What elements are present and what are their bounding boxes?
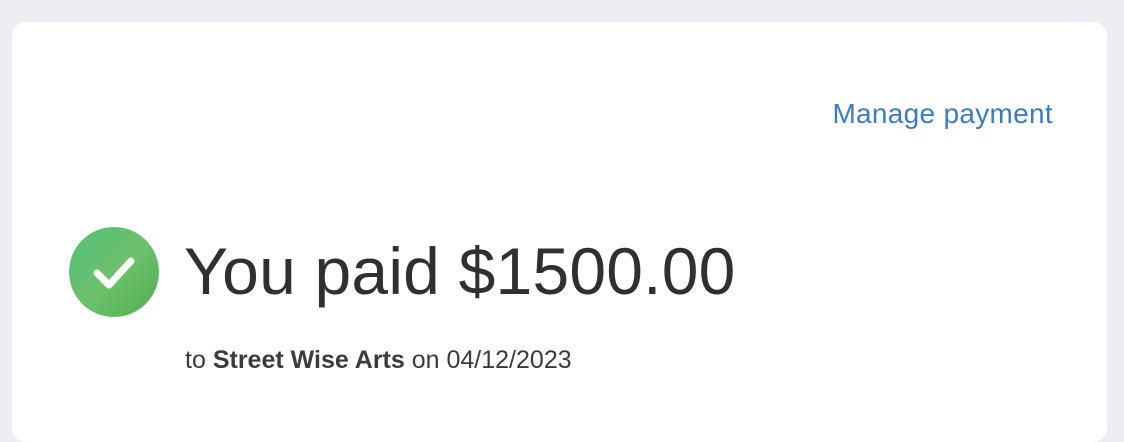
payment-confirmation-card: Manage payment You paid $1500.00 to Stre… <box>12 22 1107 442</box>
payment-date: 04/12/2023 <box>446 346 572 374</box>
checkmark-icon <box>93 257 135 289</box>
payment-headline: You paid $1500.00 <box>184 230 736 312</box>
on-label: on <box>411 346 440 374</box>
check-circle-icon <box>69 227 159 317</box>
headline-prefix: You paid <box>184 234 441 308</box>
to-label: to <box>185 346 206 374</box>
payment-details: to Street Wise Arts on 04/12/2023 <box>185 344 572 376</box>
payment-amount: $1500.00 <box>458 234 736 308</box>
manage-payment-link[interactable]: Manage payment <box>832 98 1053 130</box>
merchant-name: Street Wise Arts <box>212 346 405 374</box>
